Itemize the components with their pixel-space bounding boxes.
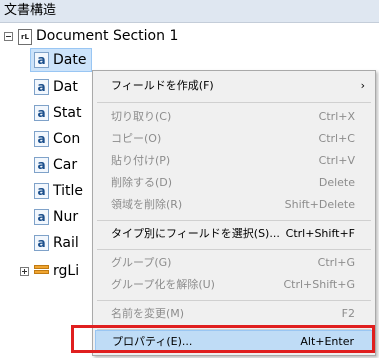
tree-item[interactable]: a Con — [0, 127, 100, 151]
tree-item-label: Car — [53, 157, 78, 173]
menu-item-rename[interactable]: 名前を変更(M) F2 — [95, 303, 373, 325]
tree-item[interactable]: a Title — [0, 179, 100, 203]
tree-item-label: Nur — [53, 209, 79, 225]
group-icon — [34, 265, 49, 278]
chevron-right-icon: › — [360, 79, 365, 92]
menu-item-paste[interactable]: 貼り付け(P) Ctrl+V — [95, 150, 373, 172]
menu-separator — [97, 249, 371, 250]
tree-root-label: Document Section 1 — [36, 28, 179, 44]
document-structure-panel: 文書構造 rL Document Section 1 a Date a Dat … — [0, 0, 379, 358]
tree-item-label: Dat — [53, 79, 78, 95]
menu-item-select-fields-by-type[interactable]: タイプ別にフィールドを選択(S)... Ctrl+Shift+F — [95, 223, 373, 245]
field-icon: a — [34, 79, 49, 95]
tree-group-row[interactable]: rgLi — [0, 259, 100, 283]
menu-item-delete[interactable]: 削除する(D) Delete — [95, 172, 373, 194]
document-icon: rL — [18, 29, 32, 45]
panel-title: 文書構造 — [0, 0, 379, 23]
menu-item-properties[interactable]: プロパティ(E)... Alt+Enter — [95, 330, 373, 352]
tree-item-label: Title — [53, 183, 84, 199]
menu-item-cut[interactable]: 切り取り(C) Ctrl+X — [95, 106, 373, 128]
menu-separator — [97, 102, 371, 103]
tree-root-row[interactable]: rL Document Section 1 — [0, 24, 379, 48]
tree-item-label: Date — [53, 52, 87, 68]
tree-item[interactable]: a Rail — [0, 231, 100, 255]
field-icon: a — [34, 209, 49, 225]
tree-item-label: Con — [53, 131, 81, 147]
menu-item-delete-region[interactable]: 領域を削除(R) Shift+Delete — [95, 194, 373, 216]
expand-icon[interactable] — [20, 267, 29, 276]
tree-item[interactable]: a Dat — [0, 75, 100, 99]
collapse-icon[interactable] — [4, 32, 13, 41]
menu-separator — [97, 300, 371, 301]
menu-item-group[interactable]: グループ(G) Ctrl+G — [95, 252, 373, 274]
menu-separator — [97, 220, 371, 221]
field-icon: a — [34, 235, 49, 251]
field-icon: a — [34, 105, 49, 121]
tree-item-label: Stat — [53, 105, 82, 121]
context-menu: フィールドを作成(F) › 切り取り(C) Ctrl+X コピー(O) Ctrl… — [92, 70, 376, 356]
field-icon: a — [34, 157, 49, 173]
tree-group-label: rgLi — [53, 263, 80, 279]
tree-item[interactable]: a Nur — [0, 205, 100, 229]
field-icon: a — [34, 183, 49, 199]
tree-item-date[interactable]: a Date — [0, 48, 379, 72]
menu-item-ungroup[interactable]: グループ化を解除(U) Ctrl+Shift+G — [95, 274, 373, 296]
tree-item[interactable]: a Stat — [0, 101, 100, 125]
field-icon: a — [34, 131, 49, 147]
tree-item-label: Rail — [53, 235, 79, 251]
tree-item[interactable]: a Car — [0, 153, 100, 177]
menu-item-copy[interactable]: コピー(O) Ctrl+C — [95, 128, 373, 150]
field-icon: a — [34, 52, 49, 68]
menu-item-create-field[interactable]: フィールドを作成(F) › — [95, 75, 373, 97]
